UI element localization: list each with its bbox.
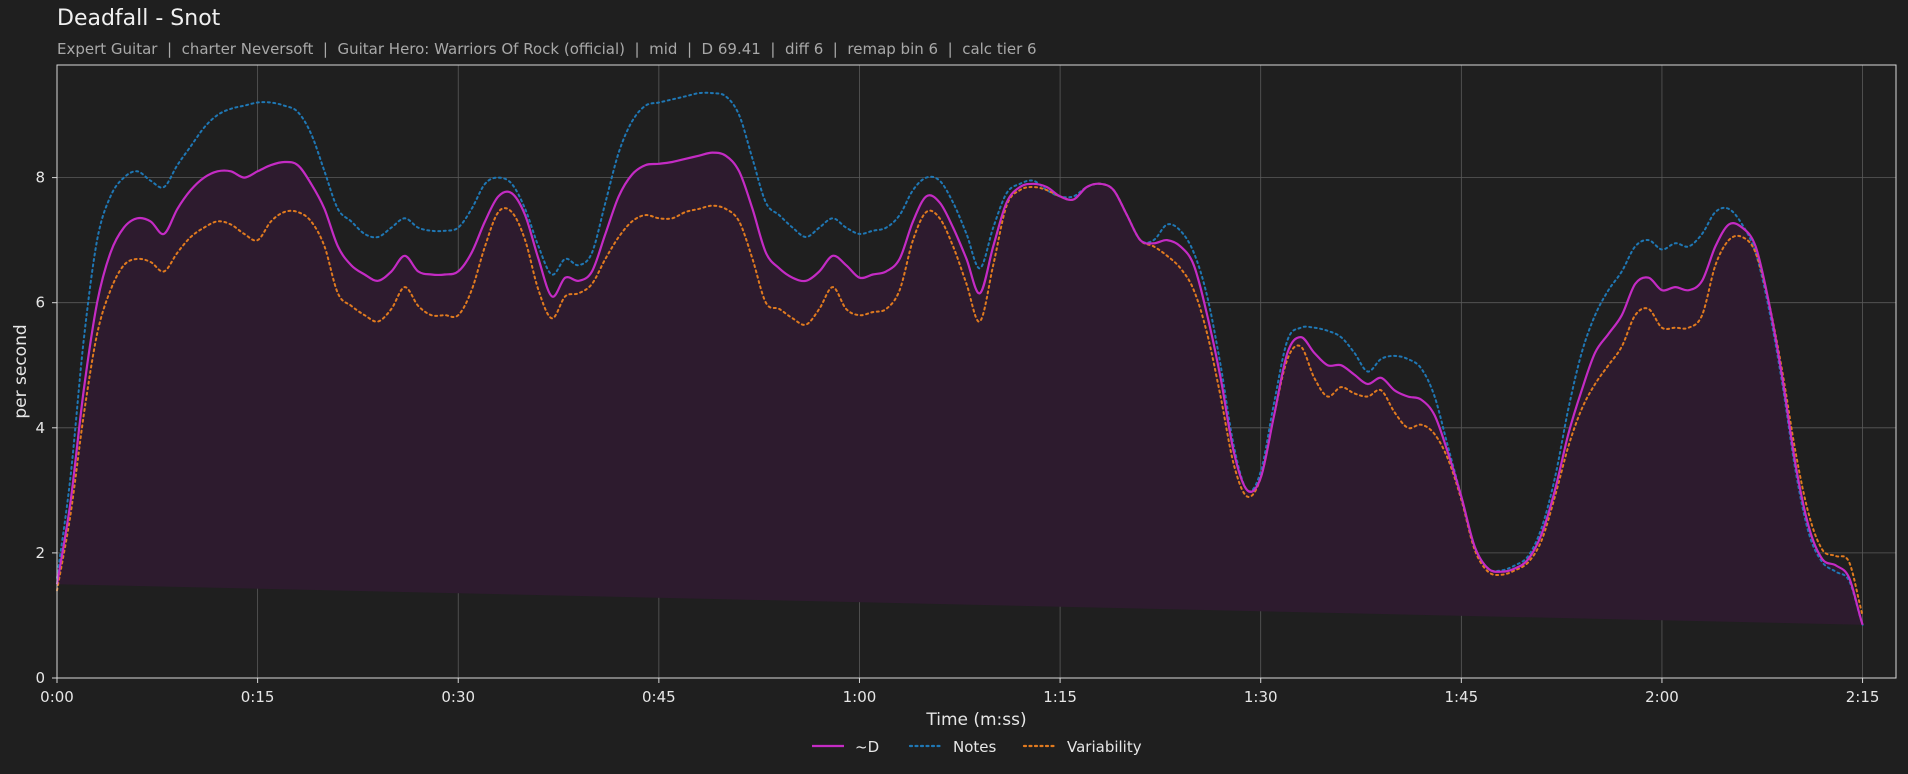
series-layer [55,91,1864,626]
legend: ~D Notes Variability [812,738,1142,756]
legend-label: Variability [1067,738,1142,756]
x-tick-label: 1:45 [1444,688,1478,706]
x-tick-label: 0:15 [241,688,275,706]
x-tick-label: 2:15 [1846,688,1880,706]
d-series-area [57,152,1863,625]
line-chart: 0:00 0:15 0:30 0:45 1:00 1:15 1:30 1:45 2:00 2:15… [11,64,1897,756]
y-tick-label: 0 [35,669,45,687]
x-tick-label: 0:00 [40,688,74,706]
legend-item-variability: Variability [1022,738,1142,756]
y-tick-label: 2 [35,544,45,562]
x-axis-label: Time (m:ss) [925,710,1026,730]
x-tick-label: 0:30 [441,688,475,706]
x-tick-label: 2:00 [1645,688,1679,706]
legend-item-d: ~D [812,738,879,756]
legend-label: Notes [953,738,997,756]
y-tick-label: 4 [35,419,45,437]
y-tick-label: 8 [35,169,45,187]
x-tick-label: 1:15 [1043,688,1077,706]
x-tick-label: 1:30 [1244,688,1278,706]
y-axis-label: per second [11,324,31,418]
x-tick-label: 1:00 [843,688,877,706]
legend-label: ~D [855,738,879,756]
y-tick-label: 6 [35,294,45,312]
x-tick-label: 0:45 [642,688,676,706]
legend-item-notes: Notes [908,738,997,756]
